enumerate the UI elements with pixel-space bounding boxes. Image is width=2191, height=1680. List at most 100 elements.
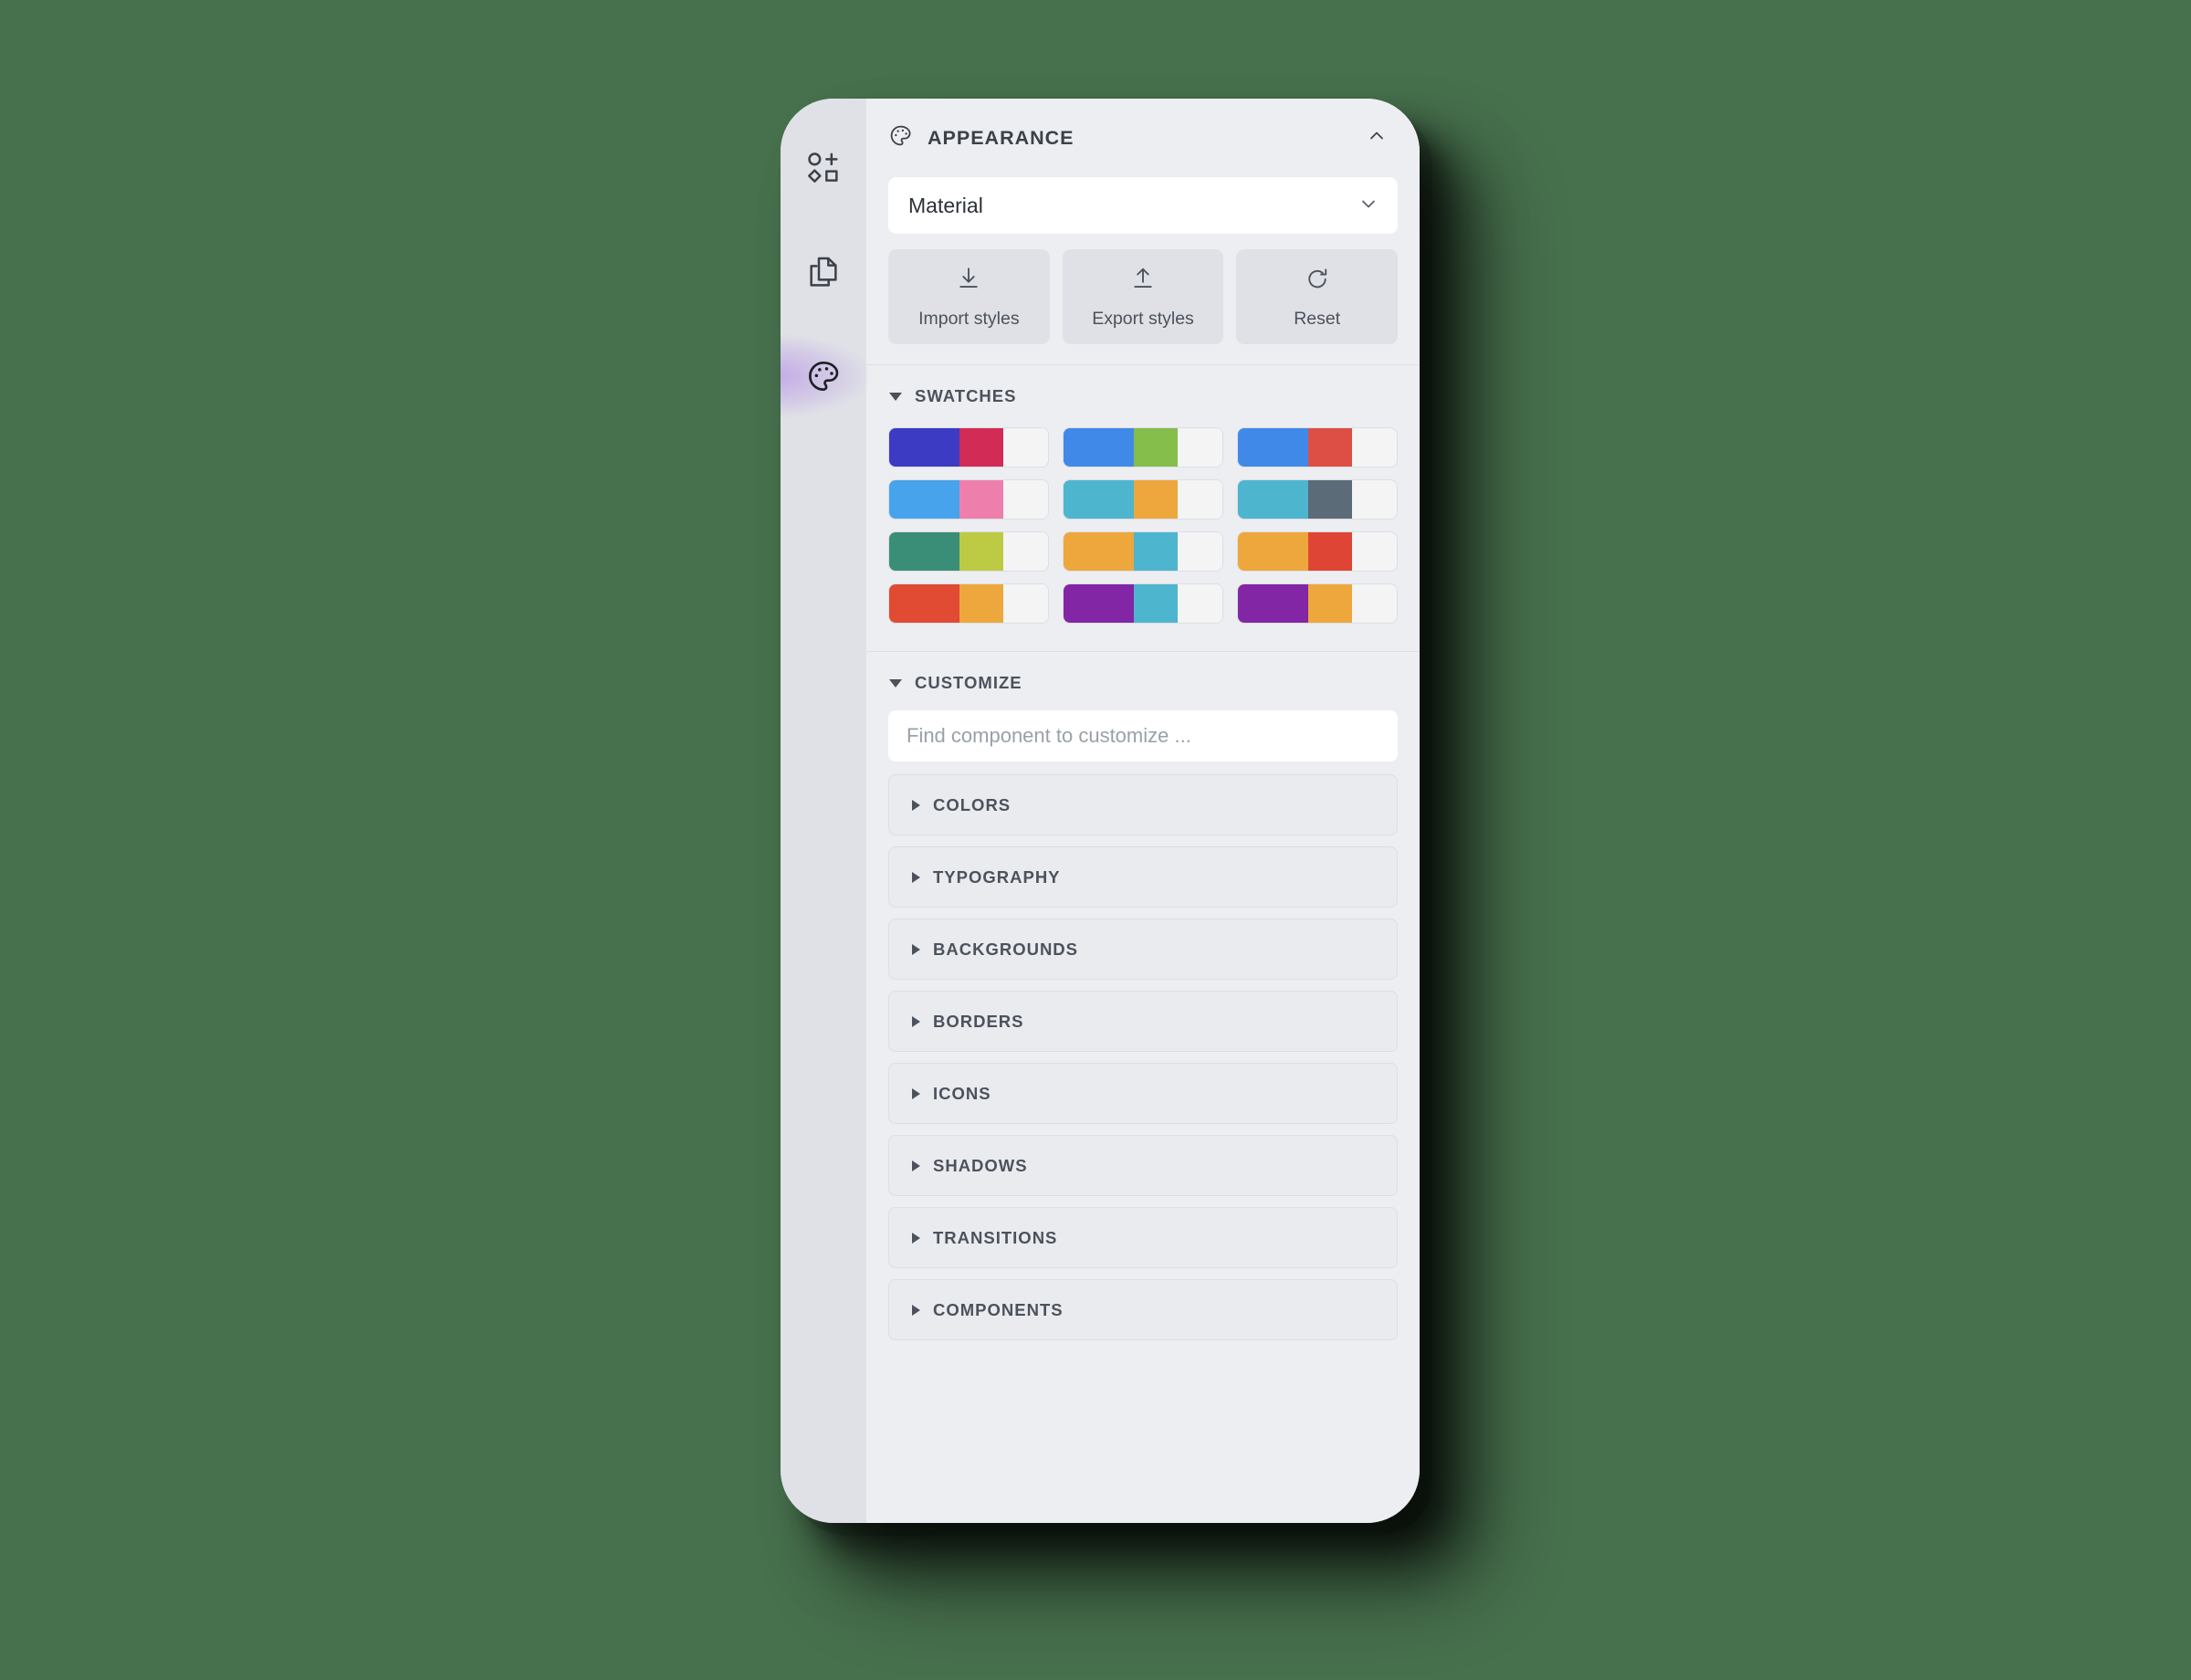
swatch[interactable]	[888, 531, 1049, 572]
swatch-segment	[889, 584, 960, 623]
appearance-panel: APPEARANCE Material Import styles Export…	[866, 99, 1420, 1523]
swatch-segment	[1003, 480, 1048, 519]
swatch-segment	[1178, 532, 1222, 571]
customize-group-backgrounds[interactable]: BACKGROUNDS	[888, 919, 1398, 980]
swatch-segment	[959, 584, 1004, 623]
customize-group-icons[interactable]: ICONS	[888, 1063, 1398, 1124]
customize-section-label: CUSTOMIZE	[915, 673, 1022, 692]
swatch[interactable]	[1237, 583, 1398, 624]
swatch[interactable]	[1063, 583, 1223, 624]
swatch-segment	[1134, 584, 1179, 623]
customize-group-label: BACKGROUNDS	[933, 939, 1078, 959]
swatch-segment	[1134, 428, 1179, 467]
swatch-segment	[889, 428, 960, 467]
upload-arrow-icon	[1129, 265, 1157, 297]
customize-search[interactable]	[888, 710, 1398, 761]
customize-group-typography[interactable]: TYPOGRAPHY	[888, 846, 1398, 908]
theme-select[interactable]: Material	[888, 177, 1398, 234]
palette-icon	[805, 358, 842, 394]
customize-group-label: BORDERS	[933, 1011, 1024, 1031]
swatch-grid	[866, 424, 1420, 651]
customize-group-borders[interactable]: BORDERS	[888, 991, 1398, 1052]
swatch-segment	[1178, 428, 1222, 467]
swatch-segment	[959, 532, 1004, 571]
swatch-segment	[1064, 480, 1135, 519]
swatch-segment	[959, 480, 1004, 519]
swatch-segment	[1352, 428, 1397, 467]
sidebar-item-components[interactable]	[791, 135, 856, 201]
chevron-down-icon	[1358, 193, 1379, 219]
customize-group-label: SHADOWS	[933, 1155, 1028, 1175]
swatch[interactable]	[1237, 531, 1398, 572]
customize-group-label: ICONS	[933, 1083, 991, 1103]
swatch-segment	[1178, 584, 1222, 623]
triangle-down-icon	[889, 392, 902, 401]
swatch[interactable]	[888, 583, 1049, 624]
triangle-down-icon	[889, 678, 902, 688]
page-title: APPEARANCE	[928, 126, 1075, 149]
swatch-segment	[1178, 480, 1222, 519]
swatch-segment	[889, 532, 960, 571]
swatch-segment	[1238, 428, 1309, 467]
palette-icon	[888, 123, 913, 152]
swatch-segment	[1308, 584, 1353, 623]
customize-group-components[interactable]: COMPONENTS	[888, 1279, 1398, 1340]
swatch-segment	[1352, 480, 1397, 519]
theme-select-wrap: Material	[866, 177, 1420, 234]
shapes-add-icon	[805, 150, 842, 186]
style-actions: Import styles Export styles Reset	[866, 249, 1420, 344]
pages-copy-icon	[805, 254, 842, 290]
reset-button[interactable]: Reset	[1236, 249, 1399, 344]
triangle-right-icon	[912, 1160, 920, 1171]
swatch[interactable]	[888, 479, 1049, 520]
swatch[interactable]	[1237, 479, 1398, 520]
triangle-right-icon	[912, 799, 920, 811]
import-styles-button[interactable]: Import styles	[888, 249, 1050, 344]
swatch[interactable]	[1063, 479, 1223, 520]
reset-label: Reset	[1294, 308, 1341, 329]
customize-group-label: TRANSITIONS	[933, 1227, 1058, 1247]
sidebar-item-pages[interactable]	[791, 239, 856, 305]
swatch-segment	[1238, 480, 1309, 519]
swatch-segment	[1064, 532, 1135, 571]
swatch-segment	[889, 480, 960, 519]
swatch-segment	[1003, 532, 1048, 571]
swatch-segment	[1064, 428, 1135, 467]
chevron-up-icon	[1366, 125, 1388, 152]
export-styles-button[interactable]: Export styles	[1062, 249, 1224, 344]
swatch-segment	[959, 428, 1004, 467]
download-arrow-icon	[955, 265, 982, 297]
panel-body: Material Import styles Export styles Res…	[866, 177, 1420, 1523]
customize-group-label: COLORS	[933, 794, 1012, 814]
swatches-section-label: SWATCHES	[915, 386, 1017, 405]
swatch-segment	[1134, 532, 1179, 571]
customize-group-colors[interactable]: COLORS	[888, 774, 1398, 835]
triangle-right-icon	[912, 1087, 920, 1099]
triangle-right-icon	[912, 1304, 920, 1316]
triangle-right-icon	[912, 943, 920, 955]
swatch-segment	[1308, 532, 1353, 571]
swatch-segment	[1308, 480, 1353, 519]
device-mockup: APPEARANCE Material Import styles Export…	[781, 99, 1420, 1523]
reset-rotate-icon	[1304, 265, 1331, 297]
customize-section-header[interactable]: CUSTOMIZE	[866, 652, 1420, 710]
swatch[interactable]	[1063, 531, 1223, 572]
swatch-segment	[1352, 532, 1397, 571]
swatch[interactable]	[888, 427, 1049, 467]
customize-group-shadows[interactable]: SHADOWS	[888, 1135, 1398, 1196]
collapse-panel-button[interactable]	[1358, 119, 1396, 157]
search-input[interactable]	[907, 724, 1379, 748]
customize-group-label: COMPONENTS	[933, 1299, 1064, 1319]
swatch-segment	[1003, 428, 1048, 467]
swatch-segment	[1003, 584, 1048, 623]
customize-group-label: TYPOGRAPHY	[933, 866, 1061, 887]
swatch[interactable]	[1237, 427, 1398, 467]
export-styles-label: Export styles	[1092, 308, 1194, 329]
swatch-segment	[1352, 584, 1397, 623]
customize-group-transitions[interactable]: TRANSITIONS	[888, 1207, 1398, 1268]
swatches-section-header[interactable]: SWATCHES	[866, 365, 1420, 424]
swatch[interactable]	[1063, 427, 1223, 467]
theme-select-value: Material	[908, 193, 983, 217]
sidebar-item-appearance[interactable]	[781, 334, 870, 418]
swatch-segment	[1238, 532, 1309, 571]
